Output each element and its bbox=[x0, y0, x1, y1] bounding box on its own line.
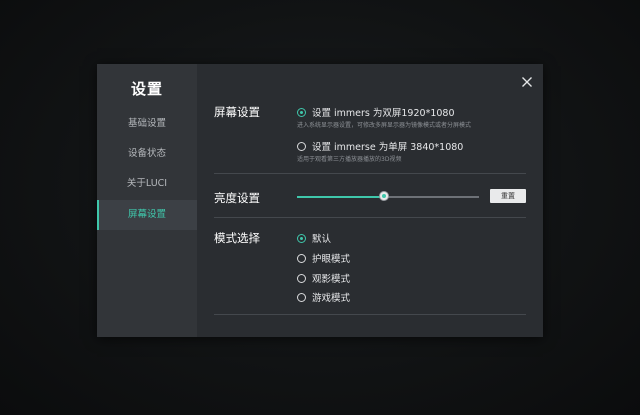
radio-dual-screen[interactable] bbox=[297, 107, 306, 117]
brightness-slider[interactable] bbox=[297, 192, 479, 200]
brightness-slider-handle[interactable] bbox=[380, 192, 389, 200]
screen-background: 设置 基础设置 设备状态 关于LUCI 屏幕设置 屏幕设置 设置 immers … bbox=[0, 0, 640, 415]
mode-option-movie[interactable]: 观影模式 bbox=[297, 271, 350, 285]
mode-select-label: 模式选择 bbox=[214, 231, 260, 245]
screen-option-single-description: 适用于观看第三方播放器播放的3D视频 bbox=[297, 156, 402, 163]
reset-button[interactable]: 重置 bbox=[490, 189, 526, 203]
mode-option-game[interactable]: 游戏模式 bbox=[297, 290, 350, 304]
mode-option-default-label: 默认 bbox=[312, 234, 332, 245]
settings-content: 屏幕设置 设置 immers 为双屏1920*1080 进入系统显示器设置，可修… bbox=[197, 64, 543, 337]
mode-option-game-label: 游戏模式 bbox=[312, 293, 351, 304]
screen-settings-label: 屏幕设置 bbox=[214, 105, 260, 119]
divider bbox=[214, 173, 526, 174]
settings-sidebar: 设置 基础设置 设备状态 关于LUCI 屏幕设置 bbox=[97, 64, 197, 337]
divider bbox=[214, 314, 526, 315]
divider bbox=[214, 217, 526, 218]
mode-option-eye-care-label: 护眼模式 bbox=[312, 254, 351, 265]
brightness-label: 亮度设置 bbox=[214, 191, 260, 205]
radio-mode-eye-care[interactable] bbox=[297, 253, 306, 263]
close-icon[interactable] bbox=[521, 76, 533, 88]
sidebar-item-about-luci[interactable]: 关于LUCI bbox=[97, 169, 197, 199]
screen-option-single-label: 设置 immerse 为单屏 3840*1080 bbox=[312, 142, 464, 153]
radio-mode-game[interactable] bbox=[297, 292, 306, 302]
screen-option-dual[interactable]: 设置 immers 为双屏1920*1080 bbox=[297, 105, 455, 119]
screen-option-dual-label: 设置 immers 为双屏1920*1080 bbox=[312, 108, 455, 119]
screen-option-single[interactable]: 设置 immerse 为单屏 3840*1080 bbox=[297, 139, 463, 153]
screen-option-dual-description: 进入系统显示器设置，可修改多屏显示器为镜像模式或者分屏模式 bbox=[297, 122, 472, 129]
mode-option-movie-label: 观影模式 bbox=[312, 274, 351, 285]
sidebar-item-device-status[interactable]: 设备状态 bbox=[97, 139, 197, 169]
sidebar-title: 设置 bbox=[130, 80, 163, 98]
radio-mode-default[interactable] bbox=[297, 233, 306, 243]
sidebar-item-basic-settings[interactable]: 基础设置 bbox=[97, 109, 197, 139]
sidebar-item-screen-settings[interactable]: 屏幕设置 bbox=[97, 200, 197, 230]
mode-option-default[interactable]: 默认 bbox=[297, 231, 331, 245]
settings-dialog: 设置 基础设置 设备状态 关于LUCI 屏幕设置 屏幕设置 设置 immers … bbox=[97, 64, 543, 337]
mode-option-eye-care[interactable]: 护眼模式 bbox=[297, 251, 350, 265]
radio-single-screen[interactable] bbox=[297, 141, 306, 151]
brightness-slider-fill bbox=[297, 196, 385, 198]
radio-mode-movie[interactable] bbox=[297, 273, 306, 283]
